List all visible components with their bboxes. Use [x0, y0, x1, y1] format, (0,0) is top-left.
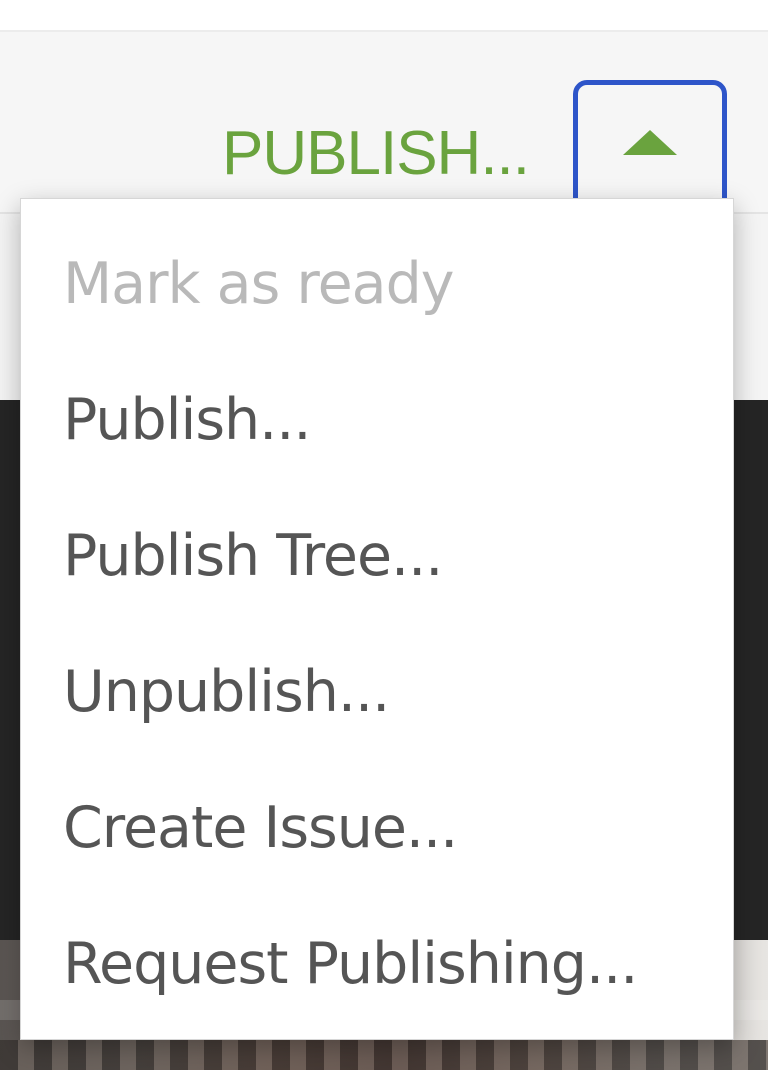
page: PUBLISH... Mark as ready Publish... Publ… — [0, 0, 768, 1070]
menu-item-publish[interactable]: Publish... — [21, 352, 733, 488]
publish-button[interactable]: PUBLISH... — [222, 118, 562, 190]
publish-dropdown-menu: Mark as ready Publish... Publish Tree...… — [20, 198, 734, 1040]
caret-up-icon — [623, 130, 677, 155]
menu-item-mark-as-ready: Mark as ready — [63, 251, 455, 317]
top-strip — [0, 0, 768, 32]
menu-item-publish-tree[interactable]: Publish Tree... — [21, 488, 733, 624]
toolbar: PUBLISH... — [0, 32, 768, 220]
menu-item-request-publishing[interactable]: Request Publishing... — [21, 896, 733, 1032]
image-detail — [0, 1040, 768, 1070]
menu-item-unpublish[interactable]: Unpublish... — [21, 624, 733, 760]
menu-item-create-issue[interactable]: Create Issue... — [21, 760, 733, 896]
